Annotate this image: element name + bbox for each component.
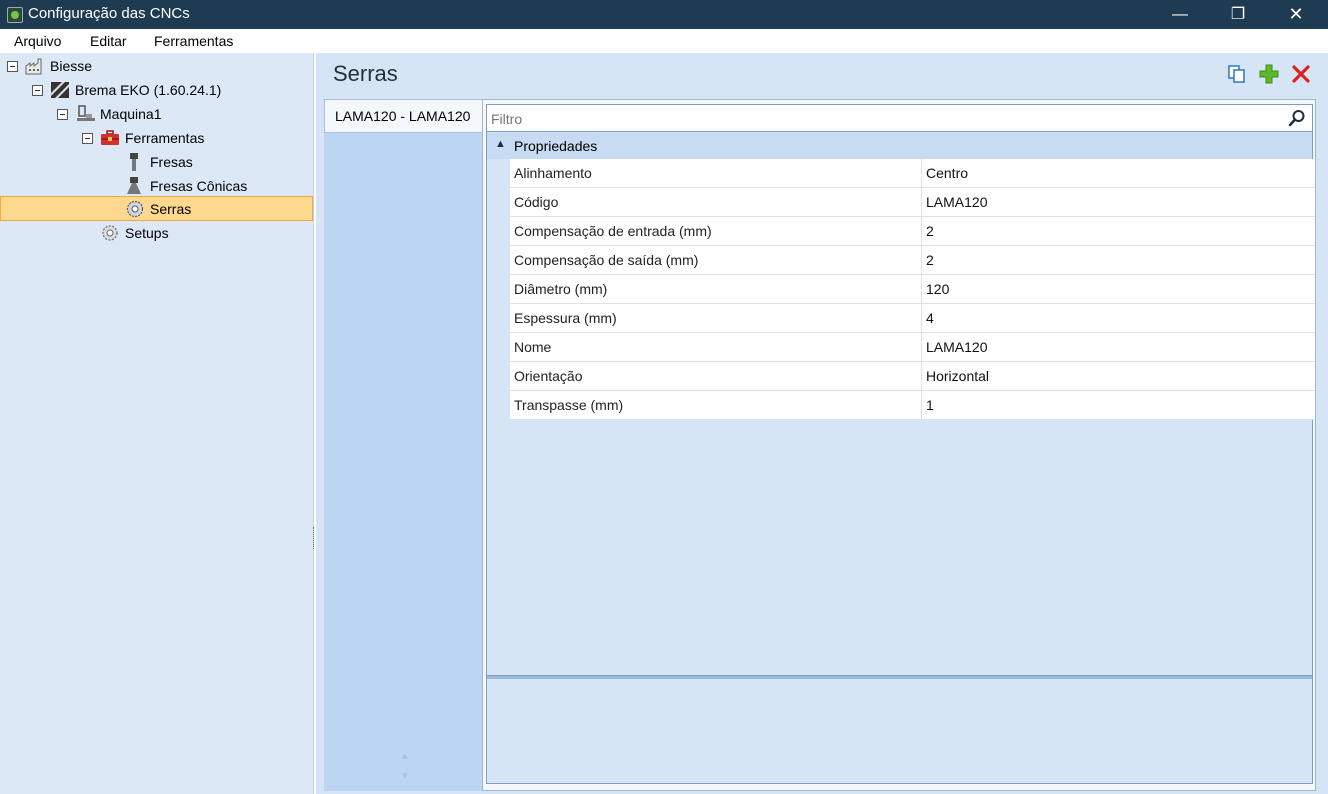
- property-panel: ▲ Propriedades Alinhamento Centro Código…: [482, 99, 1316, 791]
- property-value[interactable]: Centro: [926, 165, 968, 181]
- property-row[interactable]: Nome LAMA120: [510, 333, 1315, 362]
- setup-gear-icon: [102, 225, 118, 241]
- property-row[interactable]: Compensação de entrada (mm) 2: [510, 217, 1315, 246]
- tree-node-serras[interactable]: Serras: [0, 198, 300, 220]
- delete-icon[interactable]: [1290, 63, 1312, 85]
- property-name: Compensação de entrada (mm): [514, 223, 712, 239]
- item-list: LAMA120 - LAMA120 ▲ ▼: [324, 99, 482, 791]
- menu-bar: Arquivo Editar Ferramentas: [0, 29, 1328, 53]
- mill-icon: [130, 153, 138, 171]
- menu-editar[interactable]: Editar: [90, 33, 127, 49]
- property-value[interactable]: 120: [926, 281, 949, 297]
- column-divider: [921, 246, 922, 275]
- column-divider: [921, 362, 922, 391]
- filter-input[interactable]: [491, 109, 1271, 128]
- property-row[interactable]: Espessura (mm) 4: [510, 304, 1315, 333]
- tree-node-biesse[interactable]: Biesse: [0, 55, 300, 77]
- machine-tree: Biesse Brema EKO (1.60.24.1) Maquina1 Fe…: [0, 53, 314, 794]
- column-divider: [921, 333, 922, 362]
- property-name: Compensação de saída (mm): [514, 252, 699, 268]
- search-icon[interactable]: [1288, 109, 1306, 127]
- app-icon: [7, 7, 23, 23]
- collapse-icon[interactable]: [7, 61, 18, 72]
- property-value[interactable]: LAMA120: [926, 339, 987, 355]
- tree-node-maquina1[interactable]: Maquina1: [0, 103, 300, 125]
- tree-label: Ferramentas: [125, 130, 205, 146]
- factory-icon: [25, 58, 42, 75]
- tree-label: Maquina1: [100, 106, 162, 122]
- scroll-down-icon[interactable]: ▼: [400, 771, 412, 782]
- tree-label: Biesse: [50, 58, 93, 74]
- property-grid-frame: ▲ Propriedades Alinhamento Centro Código…: [486, 104, 1315, 784]
- property-value[interactable]: 4: [926, 310, 934, 326]
- copy-icon[interactable]: [1226, 63, 1248, 85]
- property-name: Nome: [514, 339, 552, 355]
- description-area: [487, 679, 1312, 783]
- property-value[interactable]: 2: [926, 223, 934, 239]
- property-value[interactable]: Horizontal: [926, 368, 989, 384]
- collapse-icon[interactable]: [82, 133, 93, 144]
- tree-node-fresas[interactable]: Fresas: [0, 151, 300, 173]
- column-divider: [921, 275, 922, 304]
- category-row[interactable]: ▲ Propriedades: [487, 133, 1312, 159]
- collapse-icon[interactable]: [32, 85, 43, 96]
- toolbox-icon: [101, 130, 119, 145]
- column-divider: [921, 188, 922, 217]
- property-value[interactable]: 2: [926, 252, 934, 268]
- tab-lama120[interactable]: LAMA120 - LAMA120: [324, 99, 482, 133]
- tree-node-setups[interactable]: Setups: [0, 222, 300, 244]
- tree-label: Setups: [125, 225, 169, 241]
- column-divider: [921, 159, 922, 188]
- property-row[interactable]: Alinhamento Centro: [510, 159, 1315, 188]
- tree-label: Fresas: [150, 154, 193, 170]
- title-bar: Configuração das CNCs — ❐ ✕: [0, 0, 1328, 29]
- collapse-caret-icon[interactable]: ▲: [495, 138, 506, 150]
- minimize-button[interactable]: —: [1157, 0, 1203, 29]
- add-icon[interactable]: [1258, 63, 1280, 85]
- property-value[interactable]: 1: [926, 397, 934, 413]
- category-label: Propriedades: [514, 138, 598, 154]
- close-button[interactable]: ✕: [1273, 0, 1319, 29]
- machine-brand-icon: [51, 82, 69, 98]
- machine-icon: [77, 105, 95, 121]
- property-name: Orientação: [514, 368, 583, 384]
- property-row[interactable]: Código LAMA120: [510, 188, 1315, 217]
- tree-label: Brema EKO (1.60.24.1): [75, 82, 222, 98]
- tree-node-brema[interactable]: Brema EKO (1.60.24.1): [0, 79, 300, 101]
- collapse-icon[interactable]: [57, 109, 68, 120]
- tree-node-ferramentas[interactable]: Ferramentas: [0, 127, 300, 149]
- property-name: Transpasse (mm): [514, 397, 624, 413]
- column-divider: [921, 217, 922, 246]
- page-title: Serras: [333, 61, 398, 86]
- main-panel: Serras LAMA120 - LAMA120 ▲ ▼ ▲ Proprieda: [316, 53, 1328, 794]
- property-name: Alinhamento: [514, 165, 592, 181]
- window-title: Configuração das CNCs: [28, 5, 190, 22]
- property-name: Espessura (mm): [514, 310, 617, 326]
- saw-icon: [126, 200, 144, 218]
- maximize-button[interactable]: ❐: [1215, 0, 1261, 29]
- tree-label: Serras: [150, 201, 192, 217]
- tree-label: Fresas Cônicas: [150, 178, 248, 194]
- property-name: Diâmetro (mm): [514, 281, 608, 297]
- menu-ferramentas[interactable]: Ferramentas: [154, 33, 233, 49]
- property-row[interactable]: Orientação Horizontal: [510, 362, 1315, 391]
- column-divider: [921, 304, 922, 333]
- property-grid: Alinhamento Centro Código LAMA120 Compen…: [510, 159, 1315, 420]
- scroll-up-icon[interactable]: ▲: [400, 751, 412, 762]
- property-value[interactable]: LAMA120: [926, 194, 987, 210]
- property-row[interactable]: Diâmetro (mm) 120: [510, 275, 1315, 304]
- column-divider: [921, 391, 922, 420]
- filter-bar: [487, 105, 1312, 132]
- menu-arquivo[interactable]: Arquivo: [14, 33, 61, 49]
- property-row[interactable]: Transpasse (mm) 1: [510, 391, 1315, 420]
- conical-mill-icon: [127, 177, 141, 194]
- property-name: Código: [514, 194, 559, 210]
- tree-node-fresas-conicas[interactable]: Fresas Cônicas: [0, 175, 300, 197]
- property-row[interactable]: Compensação de saída (mm) 2: [510, 246, 1315, 275]
